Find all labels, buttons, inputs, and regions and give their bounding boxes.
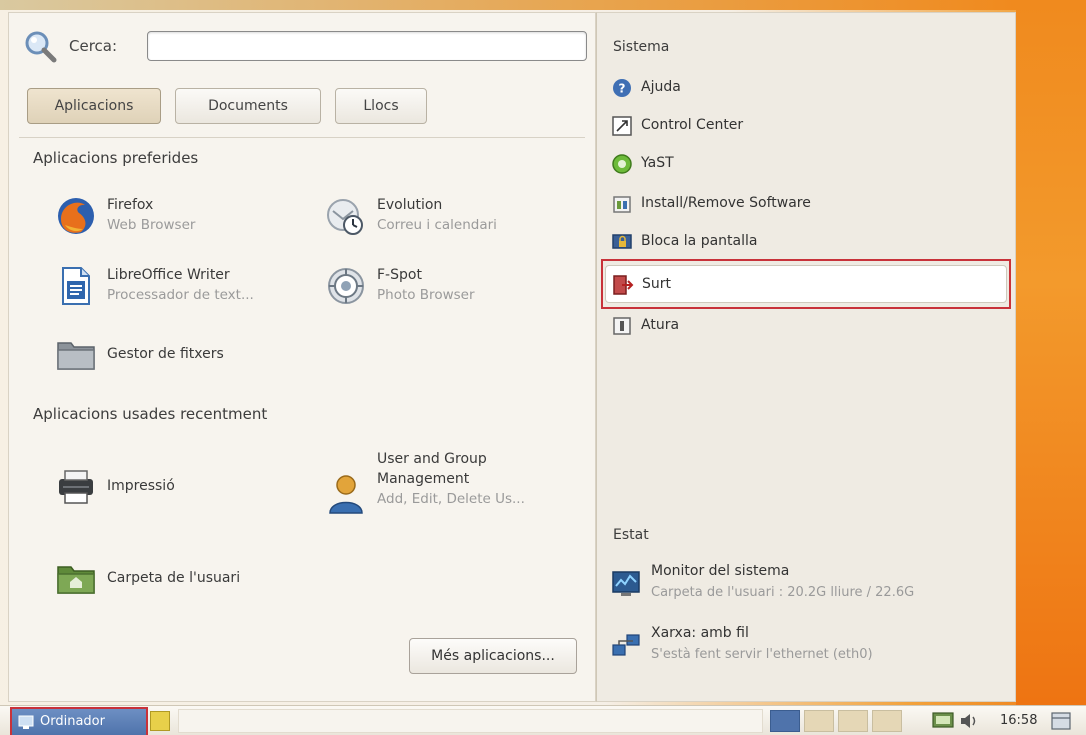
system-item-ajuda[interactable]: ? Ajuda	[611, 73, 1007, 103]
system-item-yast[interactable]: YaST	[611, 149, 1007, 179]
clock[interactable]: 16:58	[1000, 713, 1037, 728]
control-center-icon	[612, 116, 632, 136]
tabs-divider	[19, 137, 585, 138]
app-fspot[interactable]: F-Spot Photo Browser	[325, 265, 565, 315]
tab-documents[interactable]: Documents	[175, 88, 321, 124]
show-desktop-icon[interactable]	[1050, 711, 1072, 731]
fspot-icon	[328, 268, 364, 304]
system-title: Sistema	[613, 39, 670, 55]
evolution-icon	[327, 199, 363, 235]
app-name: Firefox	[107, 197, 154, 213]
app-description: Photo Browser	[377, 287, 475, 303]
logout-icon	[613, 275, 634, 295]
computer-icon	[18, 715, 34, 729]
tab-llocs[interactable]: Llocs	[335, 88, 427, 124]
workspace-4[interactable]	[872, 710, 902, 732]
system-item-lock-screen[interactable]: Bloca la pantalla	[611, 227, 1007, 257]
install-icon	[613, 196, 631, 213]
system-monitor-icon	[612, 571, 640, 596]
system-item-label: Atura	[641, 317, 680, 333]
folder-icon	[57, 342, 95, 370]
app-name: Impressió	[107, 478, 175, 494]
app-name: F-Spot	[377, 267, 422, 283]
system-item-label: Install/Remove Software	[641, 195, 811, 211]
search-input[interactable]	[147, 31, 587, 61]
system-item-install-remove-software[interactable]: Install/Remove Software	[611, 189, 1007, 219]
search-label: Cerca:	[69, 37, 118, 55]
user-icon	[329, 475, 363, 514]
shutdown-icon	[613, 317, 631, 335]
printer-icon	[59, 470, 93, 504]
help-icon: ?	[613, 79, 631, 97]
writer-icon	[62, 267, 90, 305]
home-folder-icon	[57, 566, 95, 594]
status-title: Estat	[613, 527, 649, 543]
svg-text:?: ?	[619, 82, 626, 96]
app-name-line1: User and Group	[377, 451, 487, 467]
status-name: Monitor del sistema	[651, 563, 790, 579]
system-item-surt[interactable]: Surt	[605, 265, 1007, 303]
status-description: Carpeta de l'usuari : 20.2G lliure / 22.…	[651, 585, 915, 600]
system-item-label: Ajuda	[641, 79, 681, 95]
app-name-line2: Management	[377, 471, 470, 487]
search-row: Cerca:	[23, 27, 587, 63]
workspace-2[interactable]	[804, 710, 834, 732]
app-evolution[interactable]: Evolution Correu i calendari	[325, 195, 565, 245]
app-description: Add, Edit, Delete Us...	[377, 491, 525, 507]
system-item-label: YaST	[641, 155, 674, 171]
favorites-title: Aplicacions preferides	[33, 149, 199, 167]
recent-title: Aplicacions usades recentment	[33, 405, 268, 423]
app-libreoffice-writer[interactable]: LibreOffice Writer Processador de text..…	[55, 265, 315, 315]
app-name: Evolution	[377, 197, 443, 213]
start-menu-button[interactable]: Ordinador	[12, 709, 146, 735]
status-description: S'està fent servir l'ethernet (eth0)	[651, 647, 873, 662]
app-description: Correu i calendari	[377, 217, 497, 233]
task-list	[178, 709, 763, 733]
firefox-icon	[58, 198, 94, 234]
status-system-monitor[interactable]: Monitor del sistema Carpeta de l'usuari …	[611, 561, 1007, 613]
workspace-1[interactable]	[770, 710, 800, 732]
system-item-control-center[interactable]: Control Center	[611, 111, 1007, 141]
app-name: Gestor de fitxers	[107, 346, 224, 362]
network-icon	[612, 634, 640, 656]
workspace-3[interactable]	[838, 710, 868, 732]
app-home-folder[interactable]: Carpeta de l'usuari	[55, 557, 315, 607]
more-applications-button[interactable]: Més aplicacions...	[409, 638, 577, 674]
system-item-label: Control Center	[641, 117, 744, 133]
system-item-atura[interactable]: Atura	[611, 311, 1007, 341]
start-menu-label: Ordinador	[40, 714, 105, 729]
search-icon	[25, 31, 57, 63]
app-description: Web Browser	[107, 217, 196, 233]
system-pane: Sistema ? Ajuda Control Center YaST Inst…	[596, 12, 1016, 702]
system-item-label: Surt	[642, 276, 672, 292]
app-user-group-management[interactable]: User and Group Management Add, Edit, Del…	[325, 451, 585, 521]
app-name: Carpeta de l'usuari	[107, 570, 241, 586]
taskbar: Ordinador 16:58	[0, 705, 1086, 735]
network-tray-icon[interactable]	[932, 711, 954, 731]
volume-icon[interactable]	[958, 711, 980, 731]
status-network[interactable]: Xarxa: amb fil S'està fent servir l'ethe…	[611, 623, 1007, 675]
tab-aplicacions[interactable]: Aplicacions	[27, 88, 161, 124]
lock-screen-icon	[612, 234, 632, 249]
status-name: Xarxa: amb fil	[651, 625, 749, 641]
app-printing[interactable]: Impressió	[55, 465, 295, 515]
app-description: Processador de text...	[107, 287, 254, 303]
app-firefox[interactable]: Firefox Web Browser	[55, 195, 295, 245]
app-name: LibreOffice Writer	[107, 267, 230, 283]
yast-icon	[612, 154, 632, 174]
desktop-background	[1016, 0, 1086, 705]
notes-launcher-icon[interactable]	[150, 711, 170, 731]
system-item-label: Bloca la pantalla	[641, 233, 758, 249]
app-file-manager[interactable]: Gestor de fitxers	[55, 333, 315, 383]
desktop-top-strip	[0, 0, 1016, 10]
applications-pane: Cerca: Aplicacions Documents Llocs Aplic…	[8, 12, 596, 702]
